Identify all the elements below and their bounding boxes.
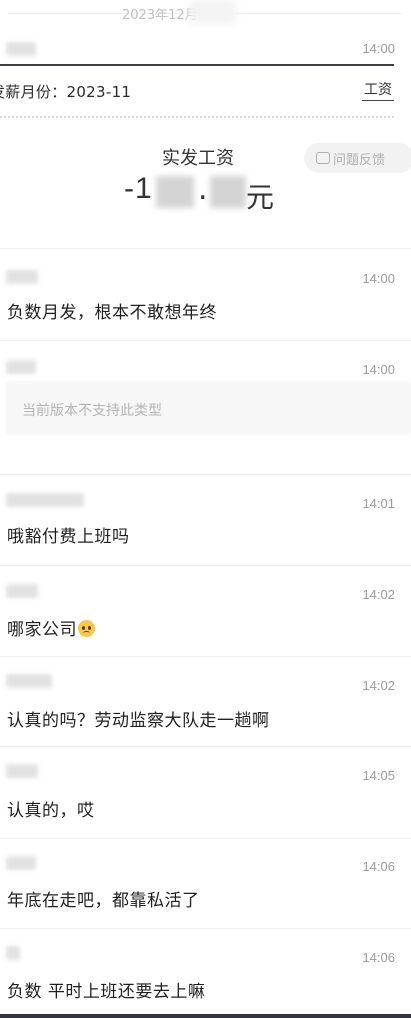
feedback-label: 问题反馈 [333,152,386,168]
message-time: 14:06 [362,859,395,874]
sender-name-blur [6,270,38,284]
message-time: 14:02 [362,587,395,602]
message-time: 14:00 [362,362,395,377]
chat-icon [316,152,330,164]
message-text-content: 哪家公司 [7,620,77,640]
sender-name-blur [6,764,38,778]
message-text: 认真的吗？劳动监察大队走一趟啊 [7,711,270,731]
message-divider [0,248,411,249]
message-time: 14:05 [362,768,395,783]
message-divider [0,838,411,839]
sender-name-blur [6,42,36,56]
sender-name-blur [6,674,52,688]
pay-month-label: 发薪月份：2023-11 [0,83,132,101]
message-divider [0,656,411,657]
message-time: 14:00 [362,271,395,286]
date-header: 2023年12月 [0,0,411,24]
unsupported-notice: 当前版本不支持此类型 [22,403,162,419]
message-text: 哦豁付费上班吗 [7,527,130,547]
bottom-bar [0,1014,411,1018]
message-divider [0,565,411,566]
message-text: 年底在走吧，都靠私活了 [7,891,200,911]
feedback-button[interactable]: 问题反馈 [304,143,411,173]
sender-name-blur [6,584,38,598]
message-text: 负数 平时上班还要去上嘛 [7,982,206,1002]
message-time: 14:02 [362,678,395,693]
message-text: 哪家公司 [7,615,95,640]
message-divider [0,474,411,475]
pleading-face-icon [78,620,95,637]
net-pay-unit: 元 [246,181,275,214]
message-divider [0,340,411,341]
amount-blur-mask [156,176,194,208]
net-pay-label: 实发工资 [162,148,234,169]
message-divider [0,746,411,747]
message-text: 认真的，哎 [7,801,95,821]
sender-name-blur [6,856,36,870]
net-pay-dot: . [198,172,208,207]
date-label: 2023年12月 [122,8,198,23]
net-pay-prefix: -1 [124,172,153,205]
card-top-border [0,64,394,66]
sender-name-blur [6,360,36,374]
sender-name-blur [6,493,84,507]
unsupported-message-box: 当前版本不支持此类型 [6,381,411,435]
message-time: 14:06 [362,950,395,965]
message-divider [0,928,411,929]
message-time: 14:01 [362,496,395,511]
wage-link[interactable]: 工资 [362,79,394,101]
message-text: 负数月发，根本不敢想年终 [7,303,217,323]
date-blur-mask [190,0,236,24]
amount-blur-mask [210,176,246,208]
sender-name-blur [6,946,20,960]
card-dotted-divider [0,116,394,118]
message-time: 14:00 [362,41,395,56]
